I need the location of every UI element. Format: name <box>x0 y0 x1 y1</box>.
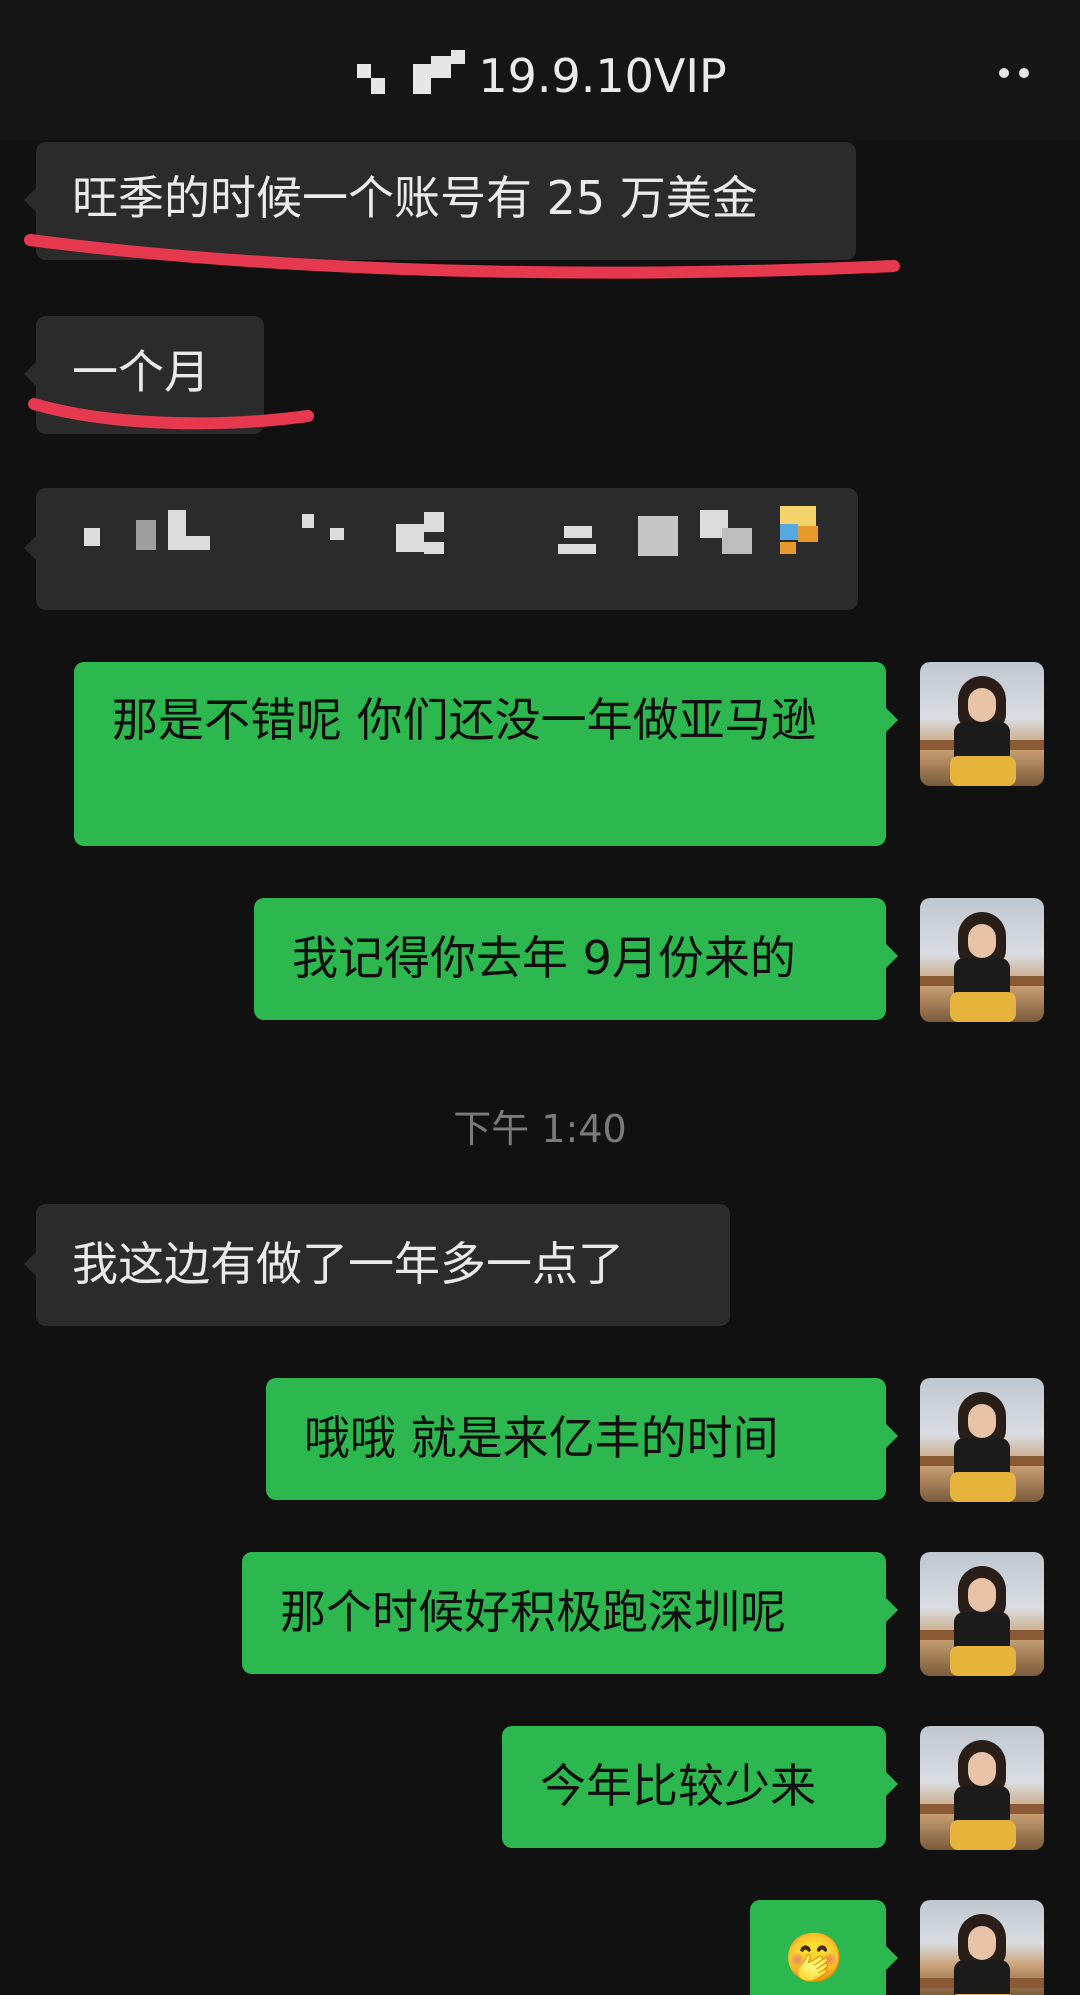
user-avatar[interactable] <box>920 898 1044 1022</box>
message-text: 那是不错呢 你们还没一年做亚马逊 <box>112 693 817 747</box>
user-avatar[interactable] <box>920 1378 1044 1502</box>
bubble-tail <box>24 188 36 212</box>
more-dots-icon[interactable] <box>988 58 1040 88</box>
censored-content <box>72 506 852 566</box>
outgoing-message[interactable]: 今年比较少来 <box>502 1726 886 1848</box>
message-text: 今年比较少来 <box>540 1759 816 1813</box>
bubble-tail <box>24 362 36 386</box>
user-avatar[interactable] <box>920 1726 1044 1850</box>
message-text: 旺季的时候一个账号有 25 万美金 <box>72 171 758 225</box>
incoming-message[interactable]: 一个月 <box>36 316 264 434</box>
outgoing-message[interactable]: 我记得你去年 9月份来的 <box>254 898 886 1020</box>
bubble-tail <box>886 1946 898 1970</box>
bubble-tail <box>24 1252 36 1276</box>
user-avatar[interactable] <box>920 1552 1044 1676</box>
bubble-tail <box>886 1424 898 1448</box>
message-text: 我这边有做了一年多一点了 <box>72 1237 624 1291</box>
censored-name-block <box>353 48 473 104</box>
incoming-message[interactable]: 我这边有做了一年多一点了 <box>36 1204 730 1326</box>
outgoing-message[interactable]: 🤭 <box>750 1900 886 1995</box>
chat-header: 19.9.10VIP <box>0 0 1080 140</box>
chat-screen: 19.9.10VIP 旺季的时候一个账号有 25 万美金 一个月 那是不错呢 你… <box>0 0 1080 1995</box>
bubble-tail <box>24 536 36 560</box>
chat-title: 19.9.10VIP <box>0 48 1080 108</box>
outgoing-message[interactable]: 哦哦 就是来亿丰的时间 <box>266 1378 886 1500</box>
bubble-tail <box>886 1598 898 1622</box>
bubble-tail <box>886 708 898 732</box>
outgoing-message[interactable]: 那个时候好积极跑深圳呢 <box>242 1552 886 1674</box>
message-timestamp: 下午 1:40 <box>453 1107 627 1151</box>
bubble-tail <box>886 944 898 968</box>
message-text: 那个时候好积极跑深圳呢 <box>280 1585 786 1639</box>
chat-title-text: 19.9.10VIP <box>478 49 727 103</box>
message-text: 我记得你去年 9月份来的 <box>292 931 796 985</box>
incoming-message[interactable]: 旺季的时候一个账号有 25 万美金 <box>36 142 856 260</box>
hand-over-mouth-emoji: 🤭 <box>784 1930 844 1986</box>
user-avatar[interactable] <box>920 662 1044 786</box>
user-avatar[interactable] <box>920 1900 1044 1995</box>
outgoing-message[interactable]: 那是不错呢 你们还没一年做亚马逊 <box>74 662 886 846</box>
bubble-tail <box>886 1772 898 1796</box>
message-text: 哦哦 就是来亿丰的时间 <box>304 1411 779 1465</box>
message-text: 一个月 <box>72 345 210 399</box>
